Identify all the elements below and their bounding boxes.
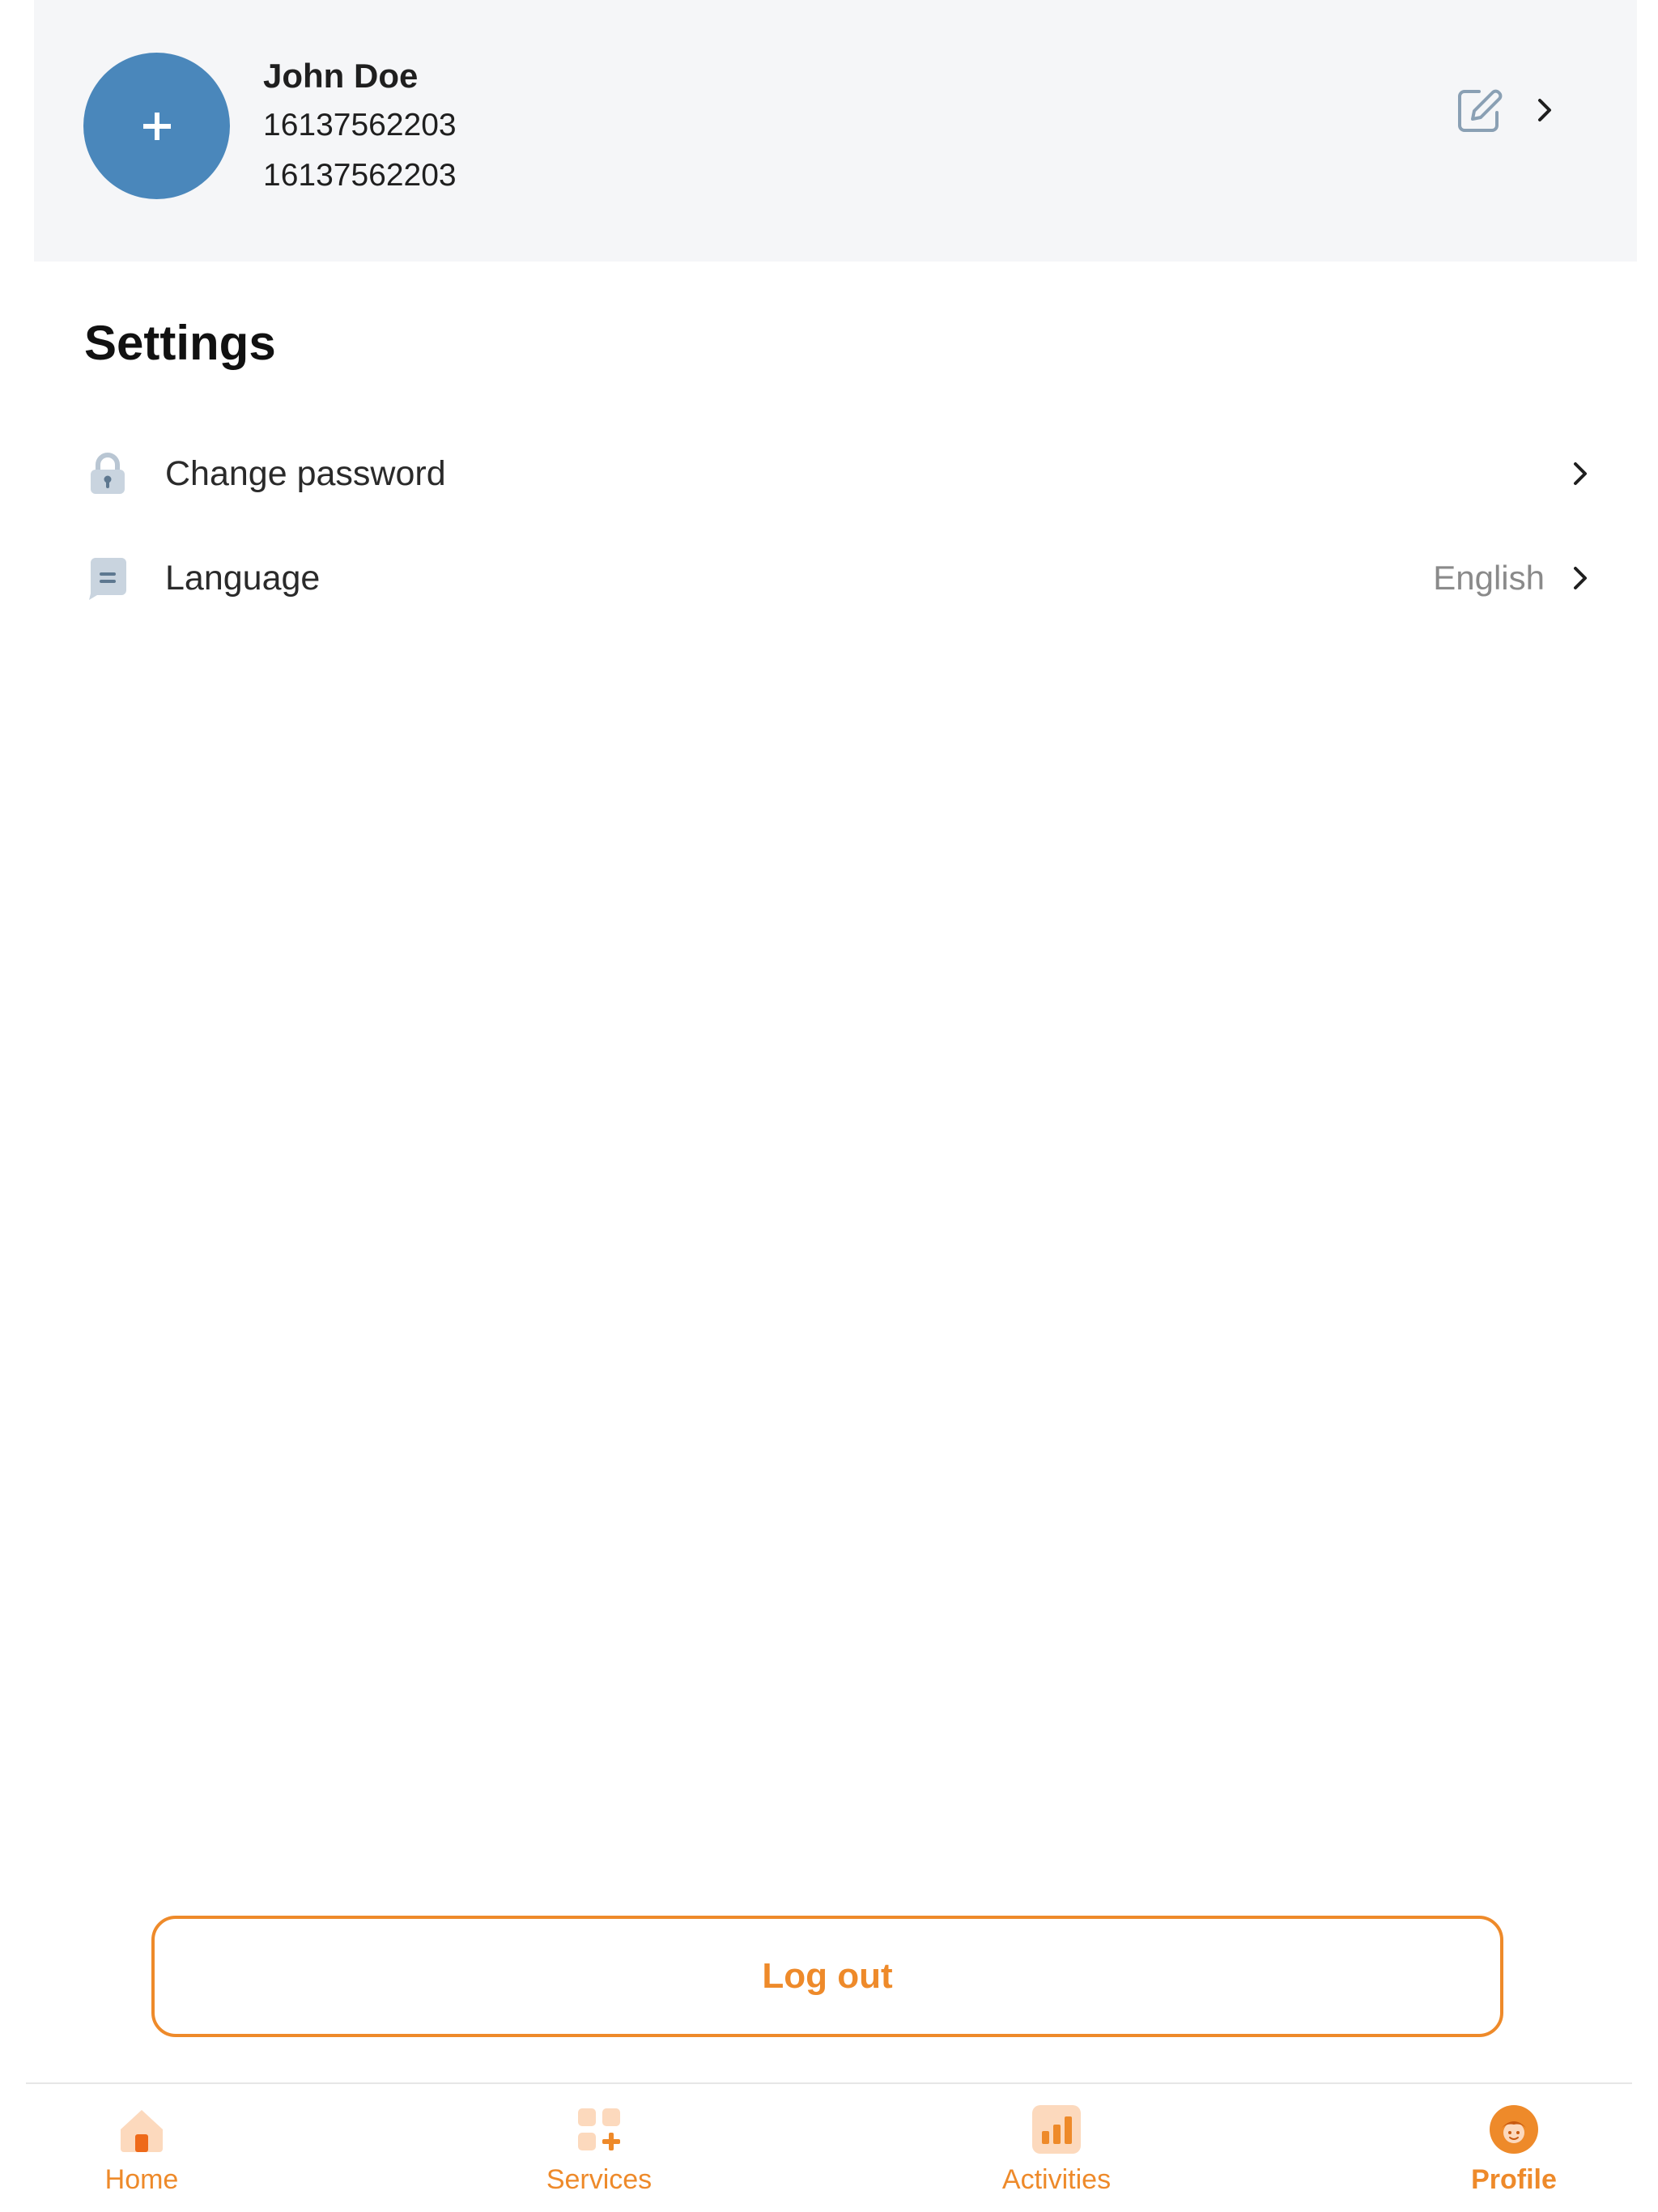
settings-item-label: Change password [165,454,446,493]
avatar-add-button[interactable] [83,53,230,199]
profile-phone: 16137562203 [263,108,457,143]
nav-item-profile[interactable]: Profile [1392,2104,1635,2212]
profile-icon [1490,2105,1538,2154]
bottom-nav-divider [26,2082,1632,2084]
chevron-right-icon[interactable] [1530,96,1559,125]
logout-button[interactable]: Log out [151,1916,1503,2037]
nav-label: Profile [1471,2164,1557,2195]
nav-item-home[interactable]: Home [20,2104,263,2212]
language-value: English [1433,559,1545,597]
home-icon [121,2110,163,2152]
profile-card[interactable]: John Doe 16137562203 16137562203 [34,0,1637,262]
nav-item-activities[interactable]: Activities [935,2104,1178,2212]
settings-title: Settings [84,316,276,370]
nav-label: Services [546,2164,653,2195]
profile-name: John Doe [263,57,419,95]
nav-label: Activities [1001,2164,1112,2195]
edit-icon[interactable] [1455,85,1505,135]
settings-item-language[interactable]: Language English [84,534,1595,623]
nav-label: Home [104,2164,179,2195]
chevron-right-icon[interactable] [1566,459,1595,488]
profile-id: 16137562203 [263,158,457,193]
settings-item-label: Language [165,559,321,598]
language-icon [89,558,126,600]
plus-icon [142,112,171,140]
logout-label: Log out [762,1956,893,1996]
chevron-right-icon[interactable] [1566,564,1595,593]
services-icon [578,2108,620,2150]
activities-icon [1032,2105,1081,2154]
nav-item-services[interactable]: Services [478,2104,721,2212]
settings-item-change-password[interactable]: Change password [84,430,1595,519]
profile-page: John Doe 16137562203 16137562203 Setting… [0,0,1658,2212]
lock-icon [91,453,125,494]
